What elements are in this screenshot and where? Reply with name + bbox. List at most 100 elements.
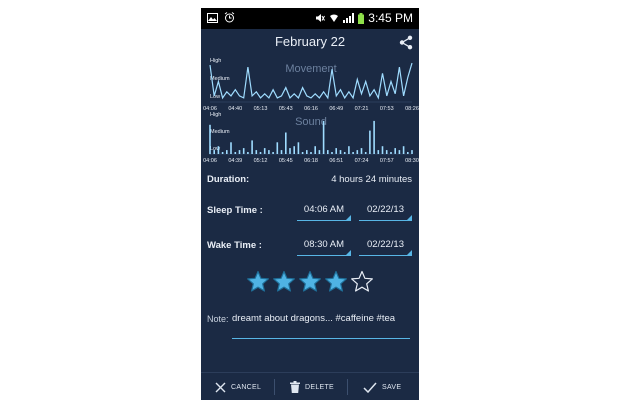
x-tick-label: 07:24 (355, 158, 369, 164)
sound-bar (217, 146, 220, 154)
sound-chart-title: Sound (295, 116, 327, 128)
status-time: 3:45 PM (368, 11, 413, 25)
cancel-label: CANCEL (231, 383, 262, 391)
sound-bar (268, 150, 270, 154)
sound-bar (356, 150, 359, 154)
sound-bar (221, 152, 224, 154)
sound-bar (331, 152, 333, 154)
sound-y-label-high: High (210, 112, 221, 118)
sound-bar (297, 142, 300, 154)
sound-bar (301, 152, 304, 154)
sound-bar (255, 150, 258, 154)
star-filled-icon[interactable] (324, 270, 348, 294)
note-input[interactable]: dreamt about dragons... #caffeine #tea (232, 313, 410, 339)
sound-bar (259, 152, 262, 154)
sound-bar (234, 152, 237, 154)
movement-y-label-high: High (210, 58, 221, 64)
action-divider (274, 379, 275, 395)
x-tick-label: 06:18 (304, 158, 318, 164)
sound-bar (310, 152, 312, 154)
sound-bar (306, 150, 308, 154)
sound-y-label-medium: Medium (210, 129, 230, 135)
sound-bar (226, 150, 228, 154)
sound-bar (285, 132, 287, 154)
sound-bar (247, 152, 249, 154)
duration-value: 4 hours 24 minutes (331, 174, 412, 185)
alarm-icon (224, 12, 235, 23)
x-tick-label: 05:45 (279, 158, 293, 164)
trash-icon (290, 381, 300, 393)
sound-bar (209, 124, 211, 155)
sound-bar (348, 146, 350, 154)
image-icon (207, 12, 218, 23)
check-icon (363, 382, 377, 393)
sound-bar (343, 152, 346, 154)
sound-bar (327, 150, 329, 154)
sound-bar (314, 146, 316, 154)
share-icon[interactable] (399, 35, 413, 50)
battery-icon (358, 12, 365, 24)
wake-time-row: Wake Time : 08:30 AM 02/22/13 (201, 238, 419, 262)
x-tick-label: 07:57 (380, 158, 394, 164)
sound-bar (322, 120, 325, 154)
sound-bar (360, 148, 363, 154)
sound-bar (381, 146, 384, 154)
save-label: SAVE (382, 383, 402, 391)
sound-bar (377, 150, 380, 154)
x-tick-label: 08:30 (405, 158, 419, 164)
cancel-button[interactable]: CANCEL (215, 373, 261, 400)
sound-bar (263, 148, 266, 154)
delete-label: DELETE (305, 383, 335, 391)
sound-bar (251, 140, 253, 154)
note-label: Note: (207, 314, 229, 324)
sound-bar (238, 150, 241, 154)
delete-button[interactable]: DELETE (290, 373, 334, 400)
movement-chart-svg: Movement High Medium Low 04:06 04:40 05:13… (203, 58, 419, 112)
sound-bar (339, 150, 342, 154)
sleep-time-label: Sleep Time : (207, 205, 263, 216)
save-button[interactable]: SAVE (363, 373, 401, 400)
x-tick-label: 06:51 (329, 158, 343, 164)
sound-bar (280, 150, 283, 154)
sleep-date-picker[interactable]: 02/22/13 (359, 203, 412, 221)
sound-bar (335, 148, 337, 154)
sound-bar (402, 146, 405, 154)
sleep-time-row: Sleep Time : 04:06 AM 02/22/13 (201, 203, 419, 227)
signal-icon (343, 13, 355, 23)
sound-bar (369, 130, 371, 154)
star-filled-icon[interactable] (272, 270, 296, 294)
sound-chart-svg: Sound High Medium Low 04:06 04:39 05:12 05:… (203, 112, 419, 164)
status-bar: 3:45 PM (201, 8, 419, 29)
close-icon (215, 382, 226, 392)
x-tick-label: 04:39 (228, 158, 242, 164)
wifi-icon (330, 14, 339, 22)
x-tick-label: 05:12 (254, 158, 268, 164)
star-empty-icon[interactable] (350, 270, 374, 294)
star-rating[interactable] (246, 270, 374, 294)
action-divider (347, 379, 348, 395)
sound-bar (213, 150, 215, 154)
wake-date-picker[interactable]: 02/22/13 (359, 238, 412, 256)
sound-bar (242, 148, 245, 154)
sound-bar (385, 150, 388, 154)
mute-icon (316, 14, 326, 22)
star-filled-icon[interactable] (246, 270, 270, 294)
sound-bar (276, 142, 279, 154)
sound-bar (318, 150, 321, 154)
sound-chart: Sound High Medium Low 04:06 04:39 05:12 05:… (201, 112, 419, 168)
app-header: February 22 (201, 34, 419, 56)
wake-time-label: Wake Time : (207, 240, 262, 251)
wake-time-picker[interactable]: 08:30 AM (297, 238, 351, 256)
star-filled-icon[interactable] (298, 270, 322, 294)
sleep-time-picker[interactable]: 04:06 AM (297, 203, 351, 221)
sound-x-tick-labels: 04:06 04:39 05:12 05:45 06:18 06:51 07:24 07:57… (203, 158, 419, 164)
sound-bar (230, 142, 232, 154)
duration-label: Duration: (207, 174, 250, 185)
sound-bar (407, 152, 409, 154)
movement-y-label-medium: Medium (210, 76, 230, 82)
sound-bar (364, 152, 367, 154)
sound-bar (411, 150, 413, 154)
sound-bar (293, 146, 295, 154)
phone-screen: 3:45 PM February 22 Movement High Medium… (201, 8, 419, 400)
sound-bar (289, 148, 291, 154)
